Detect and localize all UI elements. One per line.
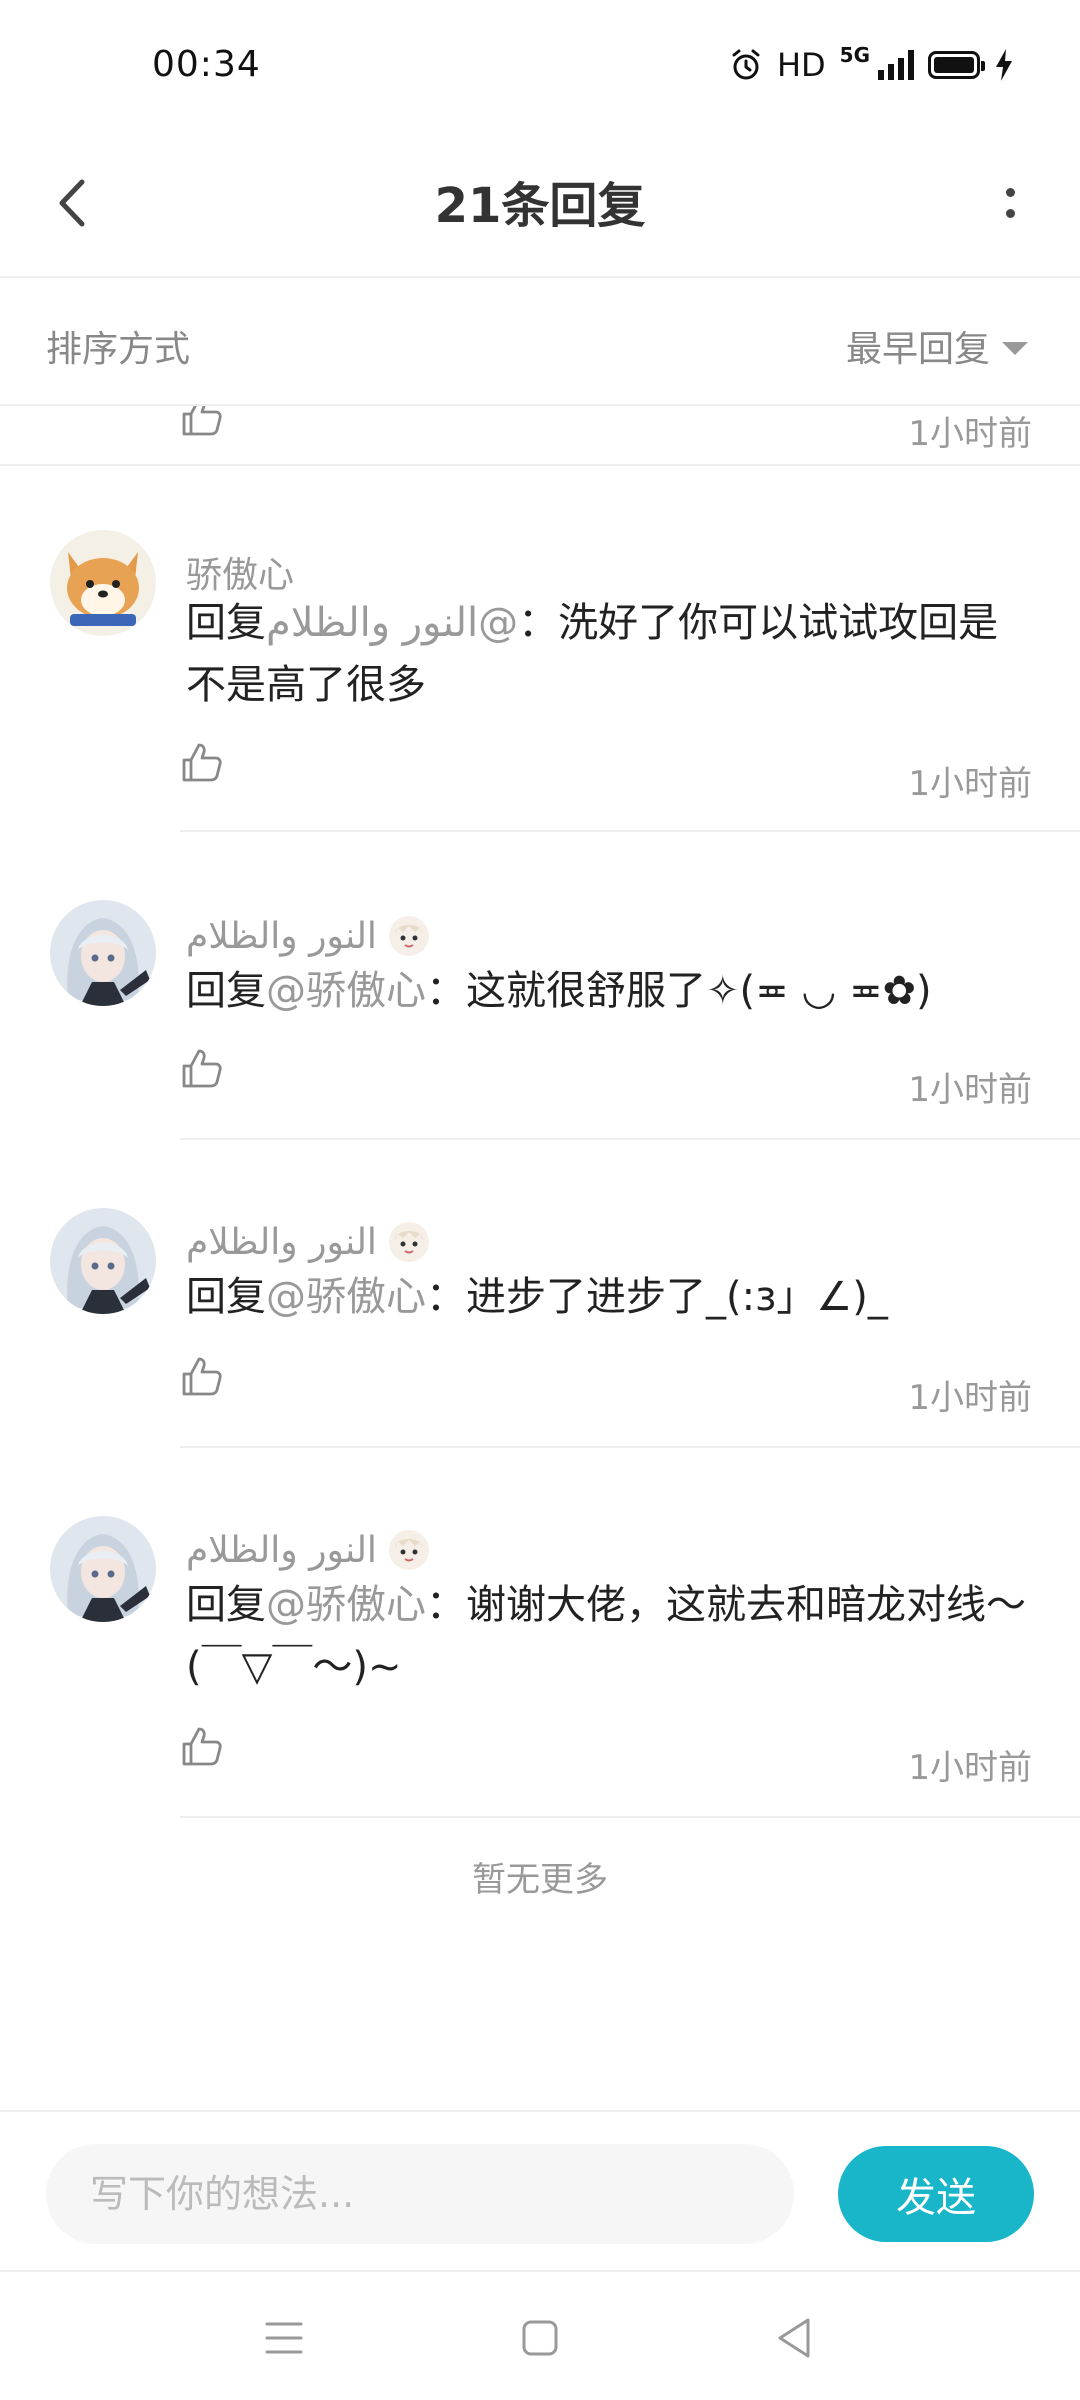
screen: 00:34 HD 5G 21条回复 排序方式 最早回复 1小时前 骄傲心 回复@… [0, 0, 1080, 2400]
no-more-label: 暂无更多 [472, 1860, 608, 1900]
reply-body: ：进步了进步了_(:з」∠)_ [426, 1274, 888, 1320]
reply-prefix: 回复 [186, 600, 266, 646]
sort-bar: 排序方式 最早回复 [0, 278, 1080, 406]
network-type: 5G [839, 43, 870, 67]
thumbs-up-icon[interactable] [180, 1046, 224, 1090]
sort-dropdown[interactable]: 最早回复 [846, 320, 1028, 372]
caret-down-icon [1002, 341, 1028, 355]
reply-time: 1小时前 [908, 1070, 1032, 1110]
reply-author[interactable]: 骄傲心 [186, 546, 294, 598]
divider [180, 830, 1080, 832]
thumbs-up-icon[interactable] [180, 1724, 224, 1768]
avatar[interactable] [50, 1208, 156, 1314]
status-time: 00:34 [152, 44, 261, 85]
sort-label: 排序方式 [46, 329, 191, 370]
battery-icon [928, 51, 985, 79]
status-bar: 00:34 HD 5G [0, 0, 1080, 130]
reply-body: ：这就很舒服了✧(≖ ◡ ≖✿) [426, 968, 932, 1014]
sort-value: 最早回复 [845, 329, 990, 370]
thumbs-up-icon[interactable] [180, 1354, 224, 1398]
reply-time: 1小时前 [908, 414, 1032, 454]
mention-link[interactable]: @骄傲心 [266, 968, 426, 1014]
reply-text: 回复@骄傲心：进步了进步了_(:з」∠)_ [186, 1266, 1036, 1328]
more-vertical-icon [1005, 188, 1015, 197]
menu-icon [265, 2322, 303, 2354]
chibi-badge-icon [388, 916, 429, 956]
reply-time: 1小时前 [908, 764, 1032, 804]
send-button[interactable]: 发送 [838, 2146, 1034, 2242]
reply-time: 1小时前 [908, 1748, 1032, 1788]
anime-avatar-icon [50, 1516, 156, 1622]
reply-time: 1小时前 [908, 1378, 1032, 1418]
reply-text: 回复@النور والظلام：洗好了你可以试试攻回是不是高了很多 [186, 592, 1036, 716]
composer-bar: 发送 [0, 2110, 1080, 2270]
reply-prefix: 回复 [186, 1582, 266, 1628]
more-button[interactable] [980, 168, 1040, 238]
reply-list: 1小时前 骄傲心 回复@النور والظلام：洗好了你可以试试攻回是不是高… [0, 406, 1080, 2110]
reply-prefix: 回复 [186, 968, 266, 1014]
alarm-icon [732, 49, 760, 80]
author-name: النور والظلام [186, 915, 377, 957]
back-triangle-icon [778, 2318, 810, 2358]
status-icons: HD 5G [729, 43, 1014, 84]
mention-link[interactable]: @骄傲心 [266, 1274, 426, 1320]
chibi-badge-icon [388, 1530, 429, 1570]
reply-text: 回复@骄傲心：这就很舒服了✧(≖ ◡ ≖✿) [186, 960, 1036, 1022]
divider [180, 1138, 1080, 1140]
signal-icon [878, 50, 914, 80]
system-nav-bar [0, 2270, 1080, 2400]
hd-indicator: HD [776, 46, 826, 84]
reply-prefix: 回复 [186, 1274, 266, 1320]
home-square-icon [522, 2320, 558, 2356]
anime-avatar-icon [50, 900, 156, 1006]
page-title: 21条回复 [434, 178, 646, 234]
avatar[interactable] [50, 1516, 156, 1622]
nav-back-button[interactable] [764, 2308, 824, 2368]
avatar[interactable] [50, 530, 156, 636]
divider [180, 1446, 1080, 1448]
reply-author[interactable]: النور والظلام [186, 1528, 431, 1572]
list-item-partial: 1小时前 [0, 406, 1080, 466]
reply-author[interactable]: النور والظلام [186, 1220, 431, 1264]
author-name: النور والظلام [186, 1529, 377, 1571]
thumbs-up-icon[interactable] [180, 740, 224, 784]
anime-avatar-icon [50, 1208, 156, 1314]
avatar[interactable] [50, 900, 156, 1006]
header: 21条回复 [0, 130, 1080, 278]
nav-home-button[interactable] [510, 2308, 570, 2368]
chibi-badge-icon [388, 1222, 429, 1262]
mention-link[interactable]: @النور والظلام [266, 600, 518, 646]
author-name: 骄傲心 [186, 555, 295, 596]
charging-icon [996, 49, 1012, 81]
author-name: النور والظلام [186, 1221, 377, 1263]
reply-author[interactable]: النور والظلام [186, 914, 431, 958]
nav-menu-button[interactable] [254, 2308, 314, 2368]
shiba-avatar-icon [50, 530, 156, 636]
comment-input[interactable] [46, 2144, 794, 2244]
mention-link[interactable]: @骄傲心 [266, 1582, 426, 1628]
reply-text: 回复@骄傲心：谢谢大佬，这就去和暗龙对线～(￣▽￣～)~ [186, 1574, 1036, 1698]
thumbs-up-icon[interactable] [180, 406, 224, 438]
divider [180, 1816, 1080, 1818]
